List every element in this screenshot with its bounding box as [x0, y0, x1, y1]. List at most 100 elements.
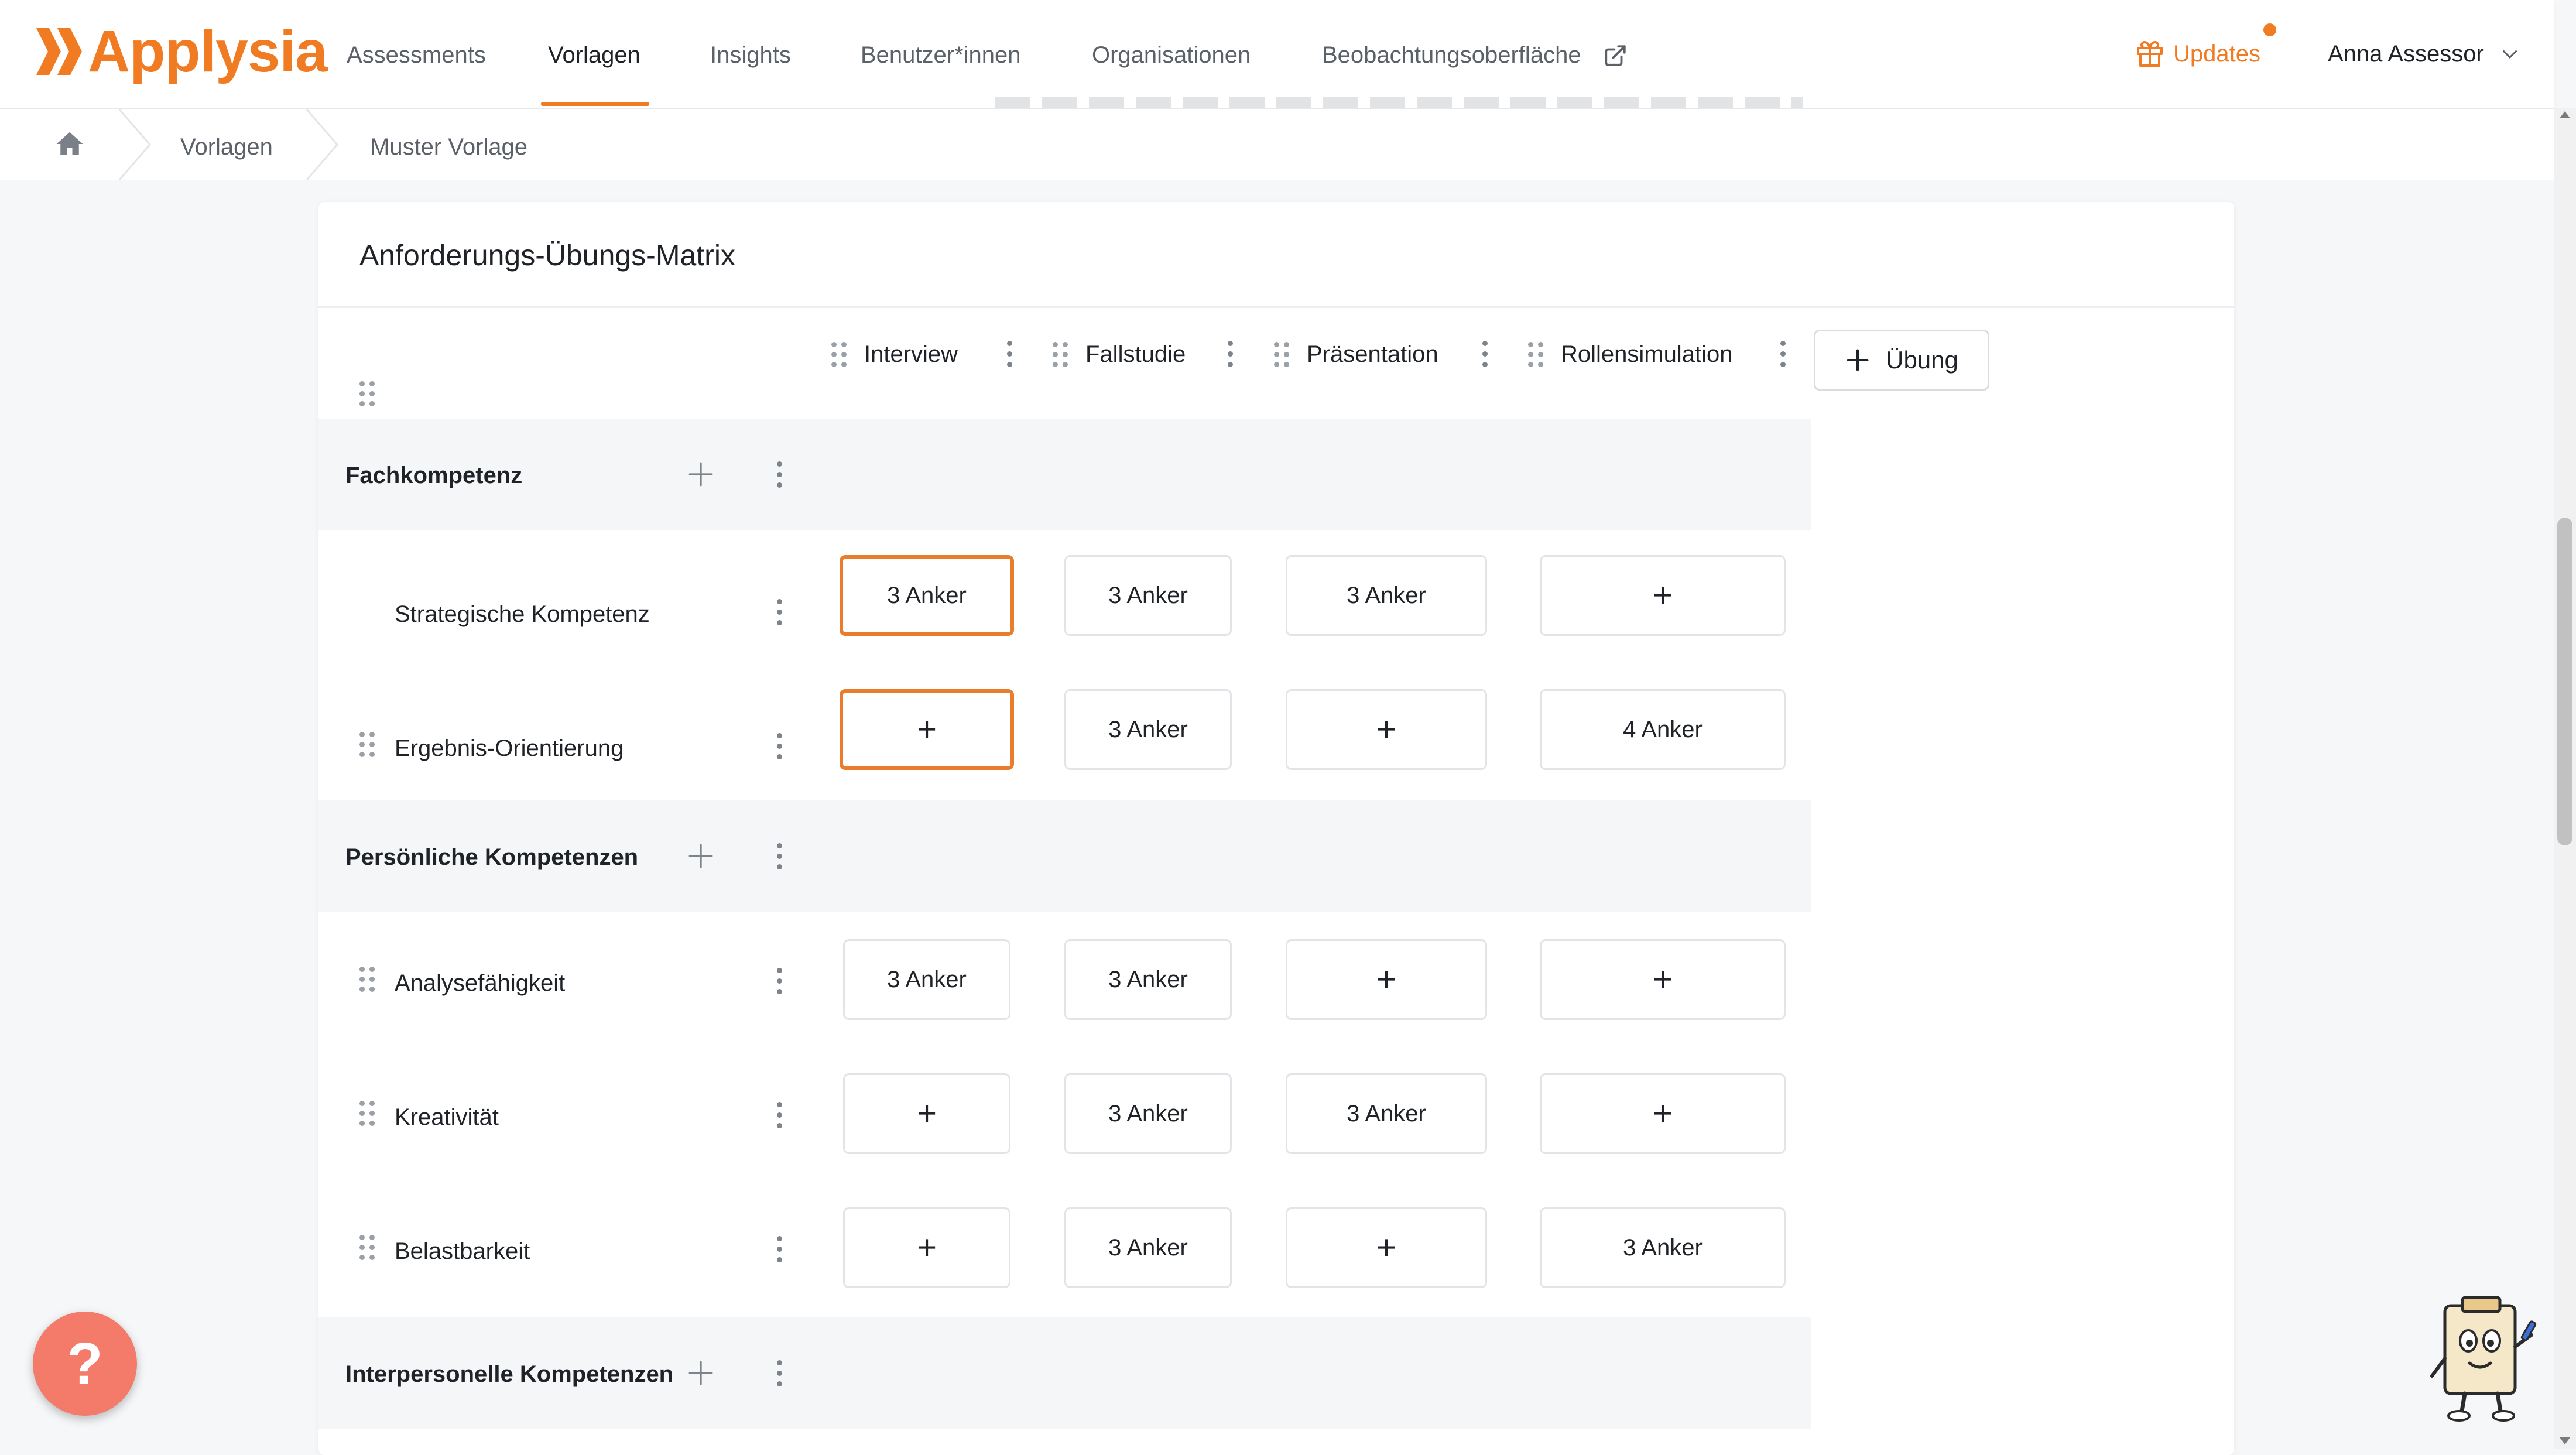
- breadcrumb-vorlagen[interactable]: Vorlagen: [180, 109, 273, 180]
- group-label: Fachkompetenz: [345, 463, 523, 488]
- matrix-cell[interactable]: 3 Anker: [1064, 689, 1232, 770]
- page-scrollbar[interactable]: [2554, 108, 2576, 1449]
- nav-organisationen[interactable]: Organisationen: [1092, 0, 1251, 108]
- matrix-cell[interactable]: 3 Anker: [1064, 1207, 1232, 1288]
- home-icon[interactable]: [54, 128, 85, 160]
- breadcrumb: Vorlagen Muster Vorlage: [0, 109, 2554, 180]
- competence-label: Kreativität: [395, 1104, 499, 1130]
- plus-icon: [1847, 349, 1869, 371]
- exercise-menu-icon[interactable]: [1001, 341, 1018, 367]
- drag-handle-icon[interactable]: [1274, 341, 1289, 367]
- group-menu-icon[interactable]: [770, 1360, 788, 1386]
- logo-chevrons-icon: [36, 28, 82, 75]
- competence-menu-icon[interactable]: [770, 1102, 788, 1128]
- competence-label: Analysefähigkeit: [395, 970, 566, 996]
- exercise-label: Fallstudie: [1085, 341, 1186, 367]
- competence-label: Belastbarkeit: [395, 1238, 530, 1264]
- drag-handle-icon[interactable]: [1528, 341, 1543, 367]
- competence-menu-icon[interactable]: [770, 968, 788, 994]
- matrix-cell[interactable]: 3 Anker: [843, 939, 1010, 1020]
- exercise-label: Präsentation: [1307, 341, 1438, 367]
- add-exercise-label: Übung: [1886, 346, 1958, 374]
- scroll-down-arrow-icon[interactable]: [2560, 1437, 2570, 1444]
- matrix-card: Anforderungs-Übungs-Matrix Interview Fal…: [318, 202, 2234, 1455]
- matrix-cell-add[interactable]: +: [1540, 939, 1786, 1020]
- nav-insights[interactable]: Insights: [710, 0, 791, 108]
- nav-assessments[interactable]: Assessments: [347, 0, 486, 108]
- divider: [318, 306, 2234, 308]
- add-exercise-button[interactable]: Übung: [1814, 330, 1989, 391]
- competence-menu-icon[interactable]: [770, 733, 788, 759]
- external-link-icon[interactable]: [1603, 43, 1628, 68]
- drag-handle-icon[interactable]: [359, 381, 375, 406]
- matrix-cell-add[interactable]: +: [843, 1207, 1010, 1288]
- brand-name: Applysia: [88, 18, 328, 84]
- add-competence-icon[interactable]: [686, 841, 715, 871]
- add-competence-icon[interactable]: [686, 460, 715, 489]
- matrix-cell-add[interactable]: +: [840, 689, 1014, 770]
- matrix-cell[interactable]: 3 Anker: [1540, 1207, 1786, 1288]
- scrolled-content-remnant: [995, 97, 1803, 108]
- group-menu-icon[interactable]: [770, 461, 788, 488]
- breadcrumb-muster-vorlage[interactable]: Muster Vorlage: [370, 109, 527, 180]
- user-menu[interactable]: Anna Assessor: [2328, 36, 2520, 71]
- exercise-header-praesentation[interactable]: Präsentation: [1274, 325, 1438, 384]
- group-row-interpersonelle-kompetenzen: Interpersonelle Kompetenzen: [318, 1317, 1811, 1429]
- help-button[interactable]: ?: [33, 1312, 137, 1416]
- competence-label: Strategische Kompetenz: [395, 601, 650, 627]
- matrix-cell-add[interactable]: +: [1286, 689, 1487, 770]
- exercise-label: Interview: [864, 341, 958, 367]
- top-navigation: Applysia Assessments Vorlagen Insights B…: [0, 0, 2554, 109]
- group-label: Interpersonelle Kompetenzen: [345, 1361, 674, 1387]
- updates-notification-dot: [2263, 23, 2276, 36]
- mascot-assistant-icon[interactable]: [2428, 1294, 2540, 1423]
- group-menu-icon[interactable]: [770, 843, 788, 869]
- breadcrumb-separator: [118, 109, 151, 180]
- matrix-cell-add[interactable]: +: [1540, 555, 1786, 636]
- add-competence-icon[interactable]: [686, 1358, 715, 1388]
- matrix-cell[interactable]: 3 Anker: [1286, 555, 1487, 636]
- drag-handle-icon[interactable]: [359, 967, 375, 992]
- group-label: Persönliche Kompetenzen: [345, 844, 639, 870]
- competence-menu-icon[interactable]: [770, 599, 788, 625]
- drag-handle-icon[interactable]: [359, 732, 375, 757]
- exercise-menu-icon[interactable]: [1476, 341, 1493, 367]
- matrix-title: Anforderungs-Übungs-Matrix: [359, 239, 735, 272]
- scroll-up-arrow-icon[interactable]: [2560, 111, 2570, 118]
- breadcrumb-separator: [306, 109, 338, 180]
- matrix-cell-add[interactable]: +: [1286, 1207, 1487, 1288]
- matrix-cell[interactable]: 3 Anker: [1064, 939, 1232, 1020]
- chevron-down-icon: [2502, 50, 2517, 59]
- group-row-persoenliche-kompetenzen: Persönliche Kompetenzen: [318, 800, 1811, 912]
- active-tab-indicator: [541, 102, 649, 106]
- matrix-cell[interactable]: 3 Anker: [840, 555, 1014, 636]
- nav-vorlagen[interactable]: Vorlagen: [548, 0, 640, 108]
- matrix-cell-add[interactable]: +: [1286, 939, 1487, 1020]
- exercise-header-rollensimulation[interactable]: Rollensimulation: [1528, 325, 1732, 384]
- competence-label: Ergebnis-Orientierung: [395, 735, 624, 761]
- applysia-logo[interactable]: Applysia: [36, 16, 328, 87]
- matrix-cell[interactable]: 3 Anker: [1286, 1073, 1487, 1154]
- nav-beobachtungsoberflaeche[interactable]: Beobachtungsoberfläche: [1322, 0, 1581, 108]
- nav-benutzer[interactable]: Benutzer*innen: [861, 0, 1021, 108]
- matrix-cell-add[interactable]: +: [843, 1073, 1010, 1154]
- exercise-menu-icon[interactable]: [1221, 341, 1239, 367]
- exercise-header-fallstudie[interactable]: Fallstudie: [1053, 325, 1186, 384]
- exercise-header-interview[interactable]: Interview: [831, 325, 958, 384]
- user-name: Anna Assessor: [2328, 40, 2484, 67]
- updates-button[interactable]: Updates: [2136, 36, 2260, 71]
- drag-handle-icon[interactable]: [831, 341, 847, 367]
- matrix-cell[interactable]: 4 Anker: [1540, 689, 1786, 770]
- matrix-cell[interactable]: 3 Anker: [1064, 555, 1232, 636]
- matrix-cell[interactable]: 3 Anker: [1064, 1073, 1232, 1154]
- exercise-menu-icon[interactable]: [1774, 341, 1791, 367]
- matrix-cell-add[interactable]: +: [1540, 1073, 1786, 1154]
- drag-handle-icon[interactable]: [1053, 341, 1068, 367]
- group-row-fachkompetenz: Fachkompetenz: [318, 419, 1811, 530]
- scroll-thumb[interactable]: [2557, 518, 2572, 845]
- exercise-label: Rollensimulation: [1561, 341, 1733, 367]
- drag-handle-icon[interactable]: [359, 1101, 375, 1126]
- competence-menu-icon[interactable]: [770, 1236, 788, 1262]
- drag-handle-icon[interactable]: [359, 1235, 375, 1260]
- gift-icon: [2137, 41, 2163, 67]
